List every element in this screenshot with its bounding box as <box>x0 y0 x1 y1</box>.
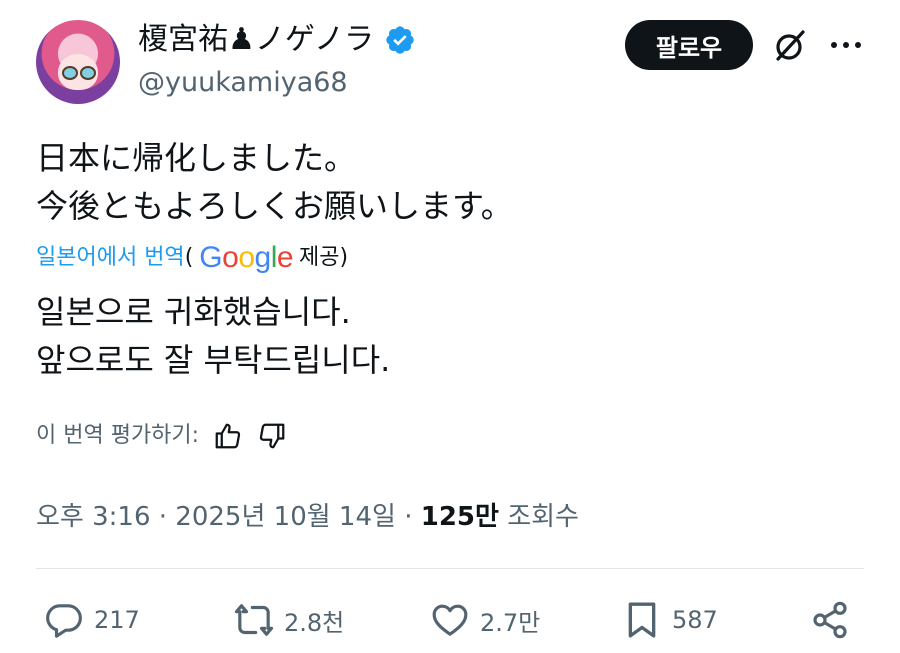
verified-badge-icon <box>386 26 414 54</box>
views-label: 조회수 <box>498 502 579 532</box>
share-icon <box>813 601 847 639</box>
avatar-eye-left <box>62 66 78 80</box>
meta-separator: · <box>150 502 176 532</box>
like-button[interactable]: 2.7만 <box>430 598 540 642</box>
post-original-text: 日本に帰化しました。 今後ともよろしくお願いします。 <box>36 134 513 230</box>
grok-icon[interactable] <box>772 28 808 64</box>
translation-attribution: 일본어에서 번역 ( Google 제공) <box>36 240 348 276</box>
reply-icon <box>46 604 82 638</box>
translation-provided-label: 제공) <box>299 245 349 270</box>
post-line-1: 日本に帰化しました。 <box>36 139 357 177</box>
post-line-2: 今後ともよろしくお願いします。 <box>36 187 513 225</box>
share-button[interactable] <box>810 598 850 642</box>
post-time[interactable]: 오후 3:16 <box>36 502 151 532</box>
translated-line-2: 앞으로도 잘 부탁드립니다. <box>36 341 391 379</box>
google-logo: Google <box>199 241 294 274</box>
divider <box>36 568 864 569</box>
display-name-row[interactable]: 榎宮祐♟ノゲノラ <box>138 20 416 60</box>
rate-translation-row: 이 번역 평가하기: <box>36 418 287 454</box>
user-handle[interactable]: @yuukamiya68 <box>138 64 348 102</box>
translated-line-1: 일본으로 귀화했습니다. <box>36 293 351 331</box>
open-paren: ( <box>184 245 194 270</box>
post-translated-text: 일본으로 귀화했습니다. 앞으로도 잘 부탁드립니다. <box>36 288 390 384</box>
views-count: 125만 <box>420 502 499 532</box>
repost-count: 2.8천 <box>284 608 345 637</box>
bookmark-button[interactable]: 587 <box>622 598 718 642</box>
display-name[interactable]: 榎宮祐♟ノゲノラ <box>138 20 374 60</box>
avatar[interactable] <box>36 20 120 104</box>
follow-button[interactable]: 팔로우 <box>625 20 753 70</box>
reply-button[interactable]: 217 <box>44 598 140 642</box>
bookmark-icon <box>628 602 656 638</box>
thumbs-up-icon[interactable] <box>213 421 243 451</box>
avatar-eye-right <box>80 66 96 80</box>
heart-icon <box>432 604 468 636</box>
thumbs-down-icon[interactable] <box>257 421 287 451</box>
translate-link[interactable]: 일본어에서 번역 <box>36 240 185 276</box>
post-meta: 오후 3:16 · 2025년 10월 14일 · 125만 조회수 <box>36 498 579 536</box>
rate-translation-label: 이 번역 평가하기: <box>36 423 200 448</box>
bookmark-count: 587 <box>672 606 718 634</box>
more-dots-icon[interactable] <box>828 30 864 60</box>
repost-icon <box>234 604 274 636</box>
like-count: 2.7만 <box>480 608 541 637</box>
repost-button[interactable]: 2.8천 <box>234 598 344 642</box>
post-date[interactable]: 2025년 10월 14일 <box>175 502 396 532</box>
meta-separator: · <box>395 502 421 532</box>
reply-count: 217 <box>94 606 140 634</box>
